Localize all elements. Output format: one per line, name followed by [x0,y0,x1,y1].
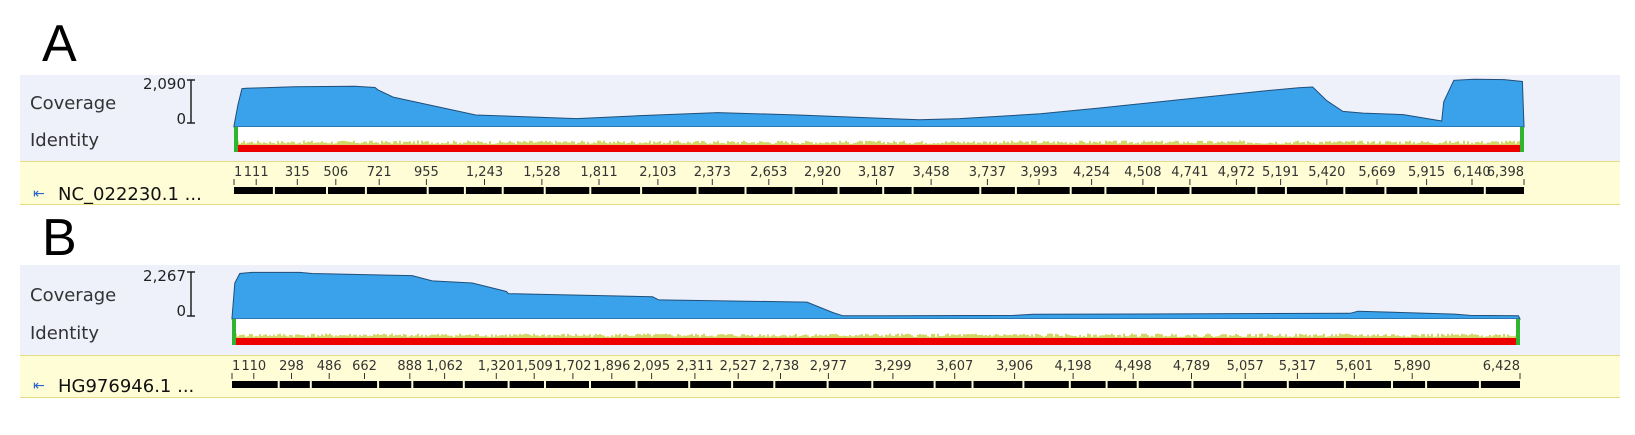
identity-low-band [232,338,1520,345]
x-tick-label: 955 [414,165,439,180]
y-tick-max-b: 2,267 [143,267,186,285]
y-axis-bracket-a [187,79,195,124]
x-tick-label: 5,601 [1336,359,1373,374]
ruler-a: 1 111 315 506 721 955 1,243 1,528 1,811 2,103 2,37… [233,165,1525,194]
x-tick-label: 2,738 [762,359,799,374]
x-tick-label: 111 [244,165,269,180]
x-tick-label: 6,398 [1487,165,1524,180]
x-tick-label: 5,057 [1227,359,1264,374]
x-tick-label: 4,508 [1124,165,1161,180]
x-tick-label: 4,498 [1115,359,1152,374]
x-tick-label: 1,062 [426,359,463,374]
x-tick-label: 2,920 [804,165,841,180]
panel-label-b: B [42,209,77,267]
x-tick-label: 1,528 [523,165,560,180]
x-tick-label: 3,993 [1020,165,1057,180]
x-tick-label: 5,915 [1408,165,1445,180]
identity-high-left [234,127,238,152]
identity-low-band [234,145,1524,152]
x-tick-label: 2,095 [633,359,670,374]
sequence-arrow-icon-a: ⇤ [33,186,45,202]
x-tick-label: 1,320 [478,359,515,374]
y-tick-zero-a: 0 [176,110,186,128]
identity-high-left [232,319,236,345]
x-tick-label: 5,317 [1279,359,1316,374]
sequence-bar [232,381,1520,388]
identity-plot-b [232,319,1520,345]
y-axis-bracket-b [187,271,195,317]
x-tick-label: 298 [279,359,304,374]
x-tick-label: 3,906 [996,359,1033,374]
x-tick-label: 2,103 [639,165,676,180]
x-tick-label: 1,509 [516,359,553,374]
x-tick-label: 721 [367,165,392,180]
coverage-label-b: Coverage [30,285,117,306]
x-tick-label: 2,373 [694,165,731,180]
identity-label-b: Identity [30,323,99,344]
x-tick-label: 5,420 [1308,165,1345,180]
ruler-b: 1 110 298 486 662 888 1,062 1,320 1,509 1,702 1,89… [231,359,1521,388]
sequence-name-b: HG976946.1 ... [58,376,195,397]
x-tick-label: 662 [352,359,377,374]
x-tick-label: 4,789 [1173,359,1210,374]
x-tick-label: 1 [234,165,242,180]
x-tick-label: 4,741 [1171,165,1208,180]
coverage-plot-b [231,271,1521,320]
x-tick-label: 6,140 [1453,165,1490,180]
identity-label-a: Identity [30,130,99,151]
x-tick-label: 110 [241,359,266,374]
x-tick-label: 1 [232,359,240,374]
sequence-name-a: NC_022230.1 ... [58,184,202,205]
x-tick-label: 1,896 [593,359,630,374]
x-tick-label: 4,254 [1073,165,1110,180]
x-tick-label: 2,311 [676,359,713,374]
x-tick-label: 2,977 [810,359,847,374]
x-tick-label: 3,607 [936,359,973,374]
x-tick-label: 3,299 [874,359,911,374]
x-tick-label: 315 [285,165,310,180]
x-tick-label: 2,527 [720,359,757,374]
y-tick-zero-b: 0 [176,302,186,320]
x-tick-label: 3,737 [969,165,1006,180]
x-tick-label: 5,669 [1358,165,1395,180]
x-tick-label: 888 [397,359,422,374]
x-tick-label: 4,972 [1218,165,1255,180]
coverage-area [231,271,1521,320]
x-tick-label: 4,198 [1054,359,1091,374]
coverage-area [233,78,1525,128]
identity-high-right [1520,127,1524,152]
coverage-plot-a [233,78,1525,128]
x-tick-label: 1,702 [554,359,591,374]
x-tick-label: 5,191 [1262,165,1299,180]
x-tick-label: 486 [317,359,342,374]
panel-label-a: A [42,15,77,73]
coverage-label-a: Coverage [30,93,117,114]
y-tick-max-a: 2,090 [143,75,186,93]
x-tick-label: 5,890 [1394,359,1431,374]
x-tick-label: 506 [323,165,348,180]
x-tick-label: 1,243 [466,165,503,180]
identity-plot-a [234,127,1524,152]
x-tick-label: 2,653 [750,165,787,180]
x-tick-label: 3,458 [912,165,949,180]
x-tick-label: 3,187 [858,165,895,180]
x-tick-label: 6,428 [1483,359,1520,374]
identity-high-right [1516,319,1520,345]
sequence-arrow-icon-b: ⇤ [33,378,45,394]
x-tick-label: 1,811 [580,165,617,180]
